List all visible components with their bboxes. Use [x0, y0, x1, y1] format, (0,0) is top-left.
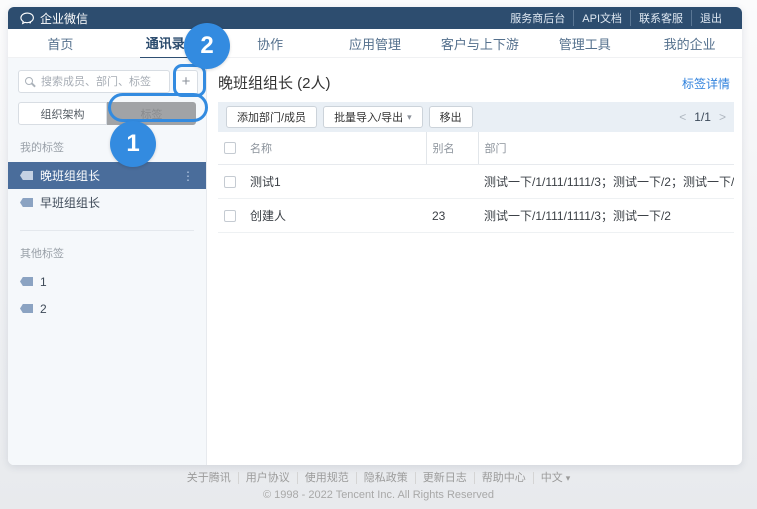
row-checkbox[interactable]: [224, 210, 236, 223]
copyright-text: © 1998 - 2022 Tencent Inc. All Rights Re…: [262, 489, 495, 501]
footer-link-changelog[interactable]: 更新日志: [414, 472, 474, 484]
page-footer: 关于腾讯 用户协议 使用规范 隐私政策 更新日志 帮助中心 中文 ▾ © 1998 - 20…: [0, 469, 757, 501]
tag-item-2[interactable]: 2: [8, 295, 206, 322]
table-row[interactable]: 创建人 23 测试一下/1/111/1111/3；测试一下/2: [218, 198, 734, 233]
member-name: 创建人: [244, 198, 426, 233]
nav-tab-app-management[interactable]: 应用管理: [323, 29, 428, 57]
footer-links: 关于腾讯 用户协议 使用规范 隐私政策 更新日志 帮助中心 中文 ▾: [0, 469, 757, 485]
search-row: +: [18, 70, 198, 95]
main-header: 晚班组组长 (2人) 标签详情: [218, 72, 734, 93]
main-nav: 首页 通讯录 协作 应用管理 客户与上下游 管理工具 我的企业: [8, 29, 742, 60]
nav-tab-customers-updown[interactable]: 客户与上下游: [427, 29, 532, 57]
annotation-step-2-badge: 2: [184, 23, 230, 69]
table-header-row: 名称 别名 部门: [218, 132, 734, 165]
tag-item-night-shift-leader[interactable]: 晚班组组长 ⋮: [8, 162, 206, 189]
header-name[interactable]: 名称: [244, 132, 426, 165]
next-page-button[interactable]: >: [719, 110, 726, 124]
header-alias[interactable]: 别名: [425, 132, 478, 165]
tag-item-label: 1: [40, 274, 47, 289]
nav-tab-home[interactable]: 首页: [8, 29, 113, 57]
member-department: 测试一下/1/111/1111/3；测试一下/2: [478, 198, 734, 233]
tag-icon: [20, 277, 33, 286]
tag-detail-link[interactable]: 标签详情: [682, 75, 730, 92]
member-name: 测试1: [244, 164, 426, 199]
contact-support-link[interactable]: 联系客服: [630, 10, 691, 26]
row-checkbox[interactable]: [224, 176, 236, 189]
tag-detail-panel: 晚班组组长 (2人) 标签详情 添加部门/成员 批量导入/导出 ▾ 移出 < 1…: [207, 58, 742, 465]
api-docs-link[interactable]: API文档: [573, 10, 630, 26]
other-tags-section-title: 其他标签: [20, 248, 64, 260]
search-input[interactable]: [18, 70, 170, 93]
more-options-icon[interactable]: ⋮: [182, 169, 194, 183]
logout-link[interactable]: 退出: [691, 10, 730, 26]
tag-icon: [20, 171, 33, 180]
remove-button[interactable]: 移出: [428, 106, 473, 128]
tag-icon: [20, 304, 33, 313]
pagination: < 1/1 >: [679, 110, 726, 124]
footer-link-help-center[interactable]: 帮助中心: [473, 472, 533, 484]
top-bar-links: 服务商后台 API文档 联系客服 退出: [502, 10, 730, 26]
member-toolbar: 添加部门/成员 批量导入/导出 ▾ 移出 < 1/1 >: [218, 102, 734, 132]
member-alias: 23: [426, 198, 478, 233]
tab-org-structure[interactable]: 组织架构: [18, 102, 107, 125]
footer-link-usage-rules[interactable]: 使用规范: [296, 472, 356, 484]
top-bar: 企业微信 服务商后台 API文档 联系客服 退出: [8, 7, 742, 29]
footer-link-privacy-policy[interactable]: 隐私政策: [355, 472, 415, 484]
batch-import-export-button[interactable]: 批量导入/导出 ▾: [323, 106, 423, 128]
app-window: 企业微信 服务商后台 API文档 联系客服 退出 首页 通讯录 协作 应用管理 …: [8, 7, 742, 465]
select-all-checkbox[interactable]: [224, 142, 236, 155]
add-department-member-button[interactable]: 添加部门/成员: [226, 106, 318, 128]
tag-item-1[interactable]: 1: [8, 268, 206, 295]
nav-tab-collaboration[interactable]: 协作: [218, 29, 323, 57]
footer-link-about-tencent[interactable]: 关于腾讯: [180, 472, 238, 484]
app-logo: 企业微信: [20, 10, 88, 27]
language-selector[interactable]: 中文 ▾: [532, 472, 578, 484]
header-department[interactable]: 部门: [477, 132, 734, 165]
member-alias: [426, 164, 478, 199]
member-department: 测试一下/1/111/1111/3；测试一下/2；测试一下/1；测...: [478, 164, 734, 199]
table-row[interactable]: 测试1 测试一下/1/111/1111/3；测试一下/2；测试一下/1；测...: [218, 164, 734, 199]
chevron-down-icon: ▾: [565, 473, 571, 483]
tag-item-label: 早班组组长: [40, 196, 101, 210]
tag-item-label: 晚班组组长: [40, 169, 101, 183]
chevron-down-icon: ▾: [407, 111, 412, 122]
annotation-highlight-tags-tab: [108, 93, 208, 122]
annotation-highlight-add-button: [173, 64, 206, 97]
tag-item-morning-shift-leader[interactable]: 早班组组长: [8, 189, 206, 216]
footer-link-user-agreement[interactable]: 用户协议: [237, 472, 297, 484]
my-tags-section-title: 我的标签: [20, 142, 64, 154]
page-title: 晚班组组长 (2人): [218, 75, 331, 92]
app-logo-text: 企业微信: [40, 11, 89, 26]
tag-icon: [20, 198, 33, 207]
prev-page-button[interactable]: <: [679, 110, 686, 124]
search-icon: [25, 77, 33, 85]
nav-tab-management-tools[interactable]: 管理工具: [532, 29, 637, 57]
annotation-step-1-badge: 1: [110, 121, 156, 167]
wechat-work-bubble-icon: [20, 11, 35, 25]
page-indicator: 1/1: [694, 110, 711, 124]
members-table: 名称 别名 部门 测试1 测试一下/1/111/1111/3；测试一下/2；测试…: [218, 132, 734, 233]
service-provider-console-link[interactable]: 服务商后台: [502, 10, 573, 26]
search-wrap: [18, 70, 170, 95]
nav-tab-my-enterprise[interactable]: 我的企业: [637, 29, 742, 57]
tag-item-label: 2: [40, 301, 47, 316]
